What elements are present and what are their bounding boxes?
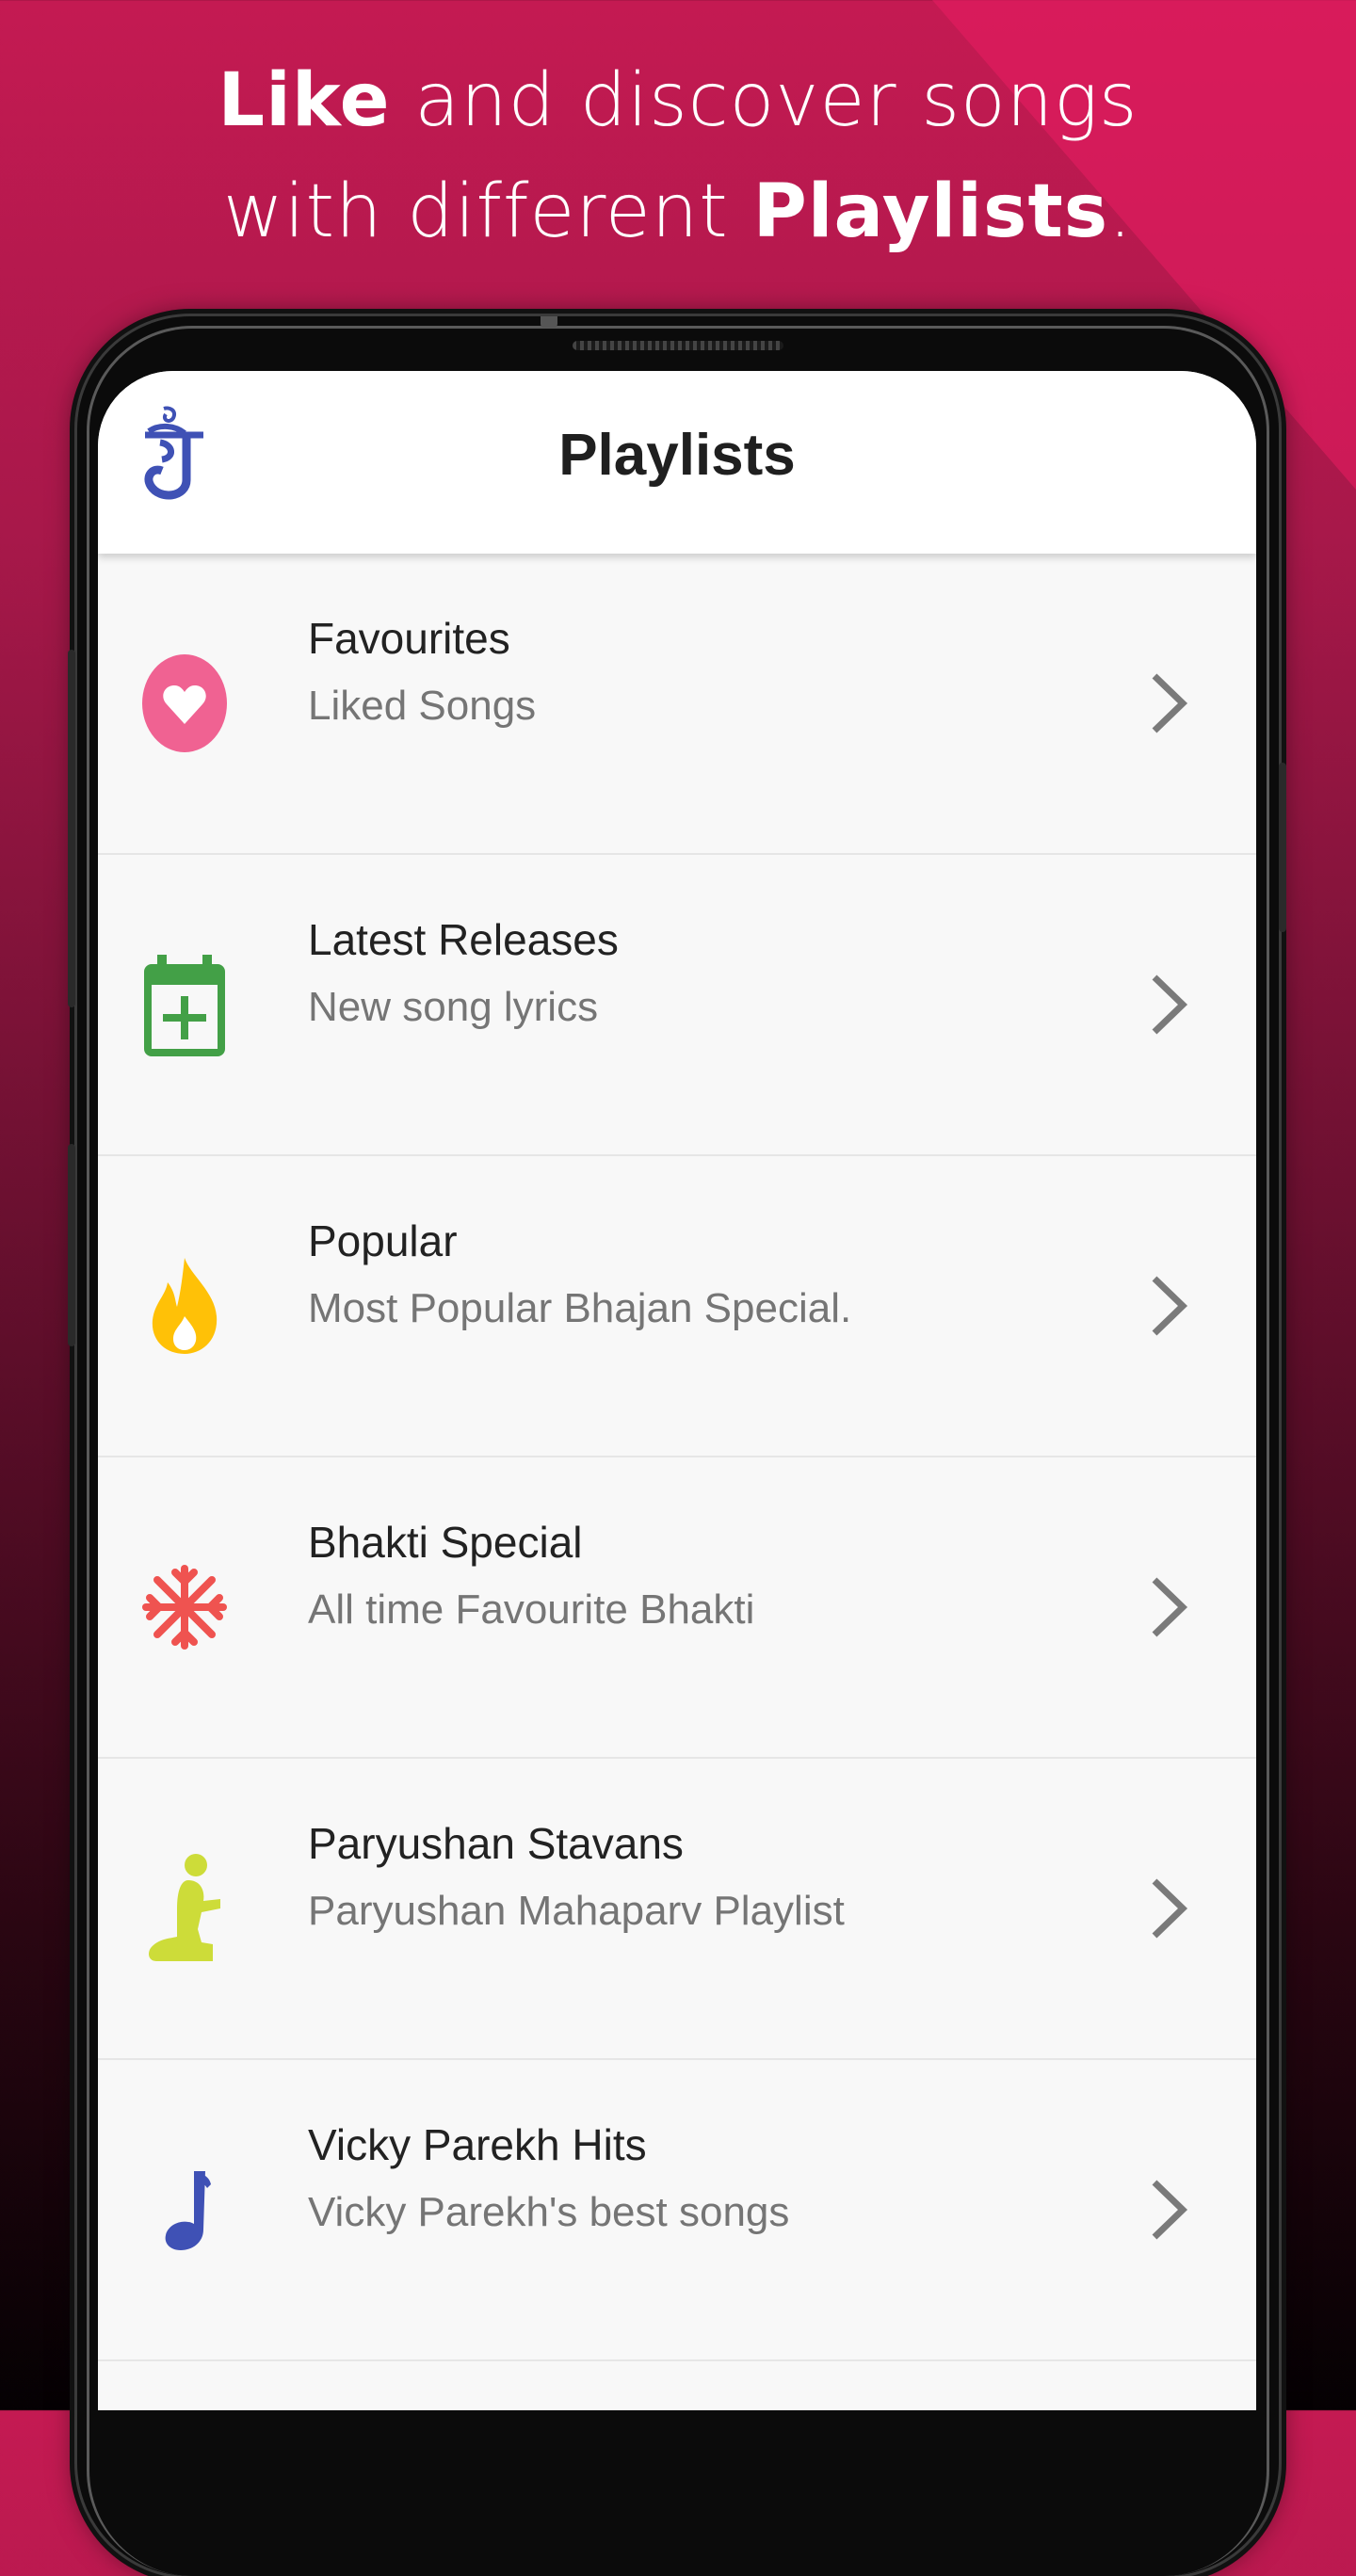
chevron-right-icon xyxy=(1152,974,1188,1035)
playlist-item-popular[interactable]: Popular Most Popular Bhajan Special. xyxy=(98,1156,1256,1457)
playlist-title: Latest Releases xyxy=(308,915,619,964)
headline-bold-like: Like xyxy=(218,58,391,143)
chevron-right-icon xyxy=(1152,1878,1188,1939)
praying-person-icon xyxy=(137,1854,232,1961)
playlist-item-latest-releases[interactable]: Latest Releases New song lyrics xyxy=(98,855,1256,1156)
playlist-item-vicky-parekh-hits[interactable]: Vicky Parekh Hits Vicky Parekh's best so… xyxy=(98,2060,1256,2361)
headline-text-2: with different xyxy=(223,169,753,254)
phone-speaker xyxy=(573,341,783,350)
playlist-item-bhakti-special[interactable]: Bhakti Special All time Favourite Bhakti xyxy=(98,1457,1256,1759)
playlist-title: Favourites xyxy=(308,614,510,663)
playlist-item-favourites[interactable]: Favourites Liked Songs xyxy=(98,554,1256,855)
playlist-title: Popular xyxy=(308,1216,458,1265)
playlist-subtitle: Most Popular Bhajan Special. xyxy=(308,1285,852,1331)
app-bar: Playlists xyxy=(98,371,1256,554)
phone-side-button-left-1 xyxy=(68,650,75,1007)
headline-line-1: Like and discover songs xyxy=(0,45,1356,156)
phone-sensor xyxy=(541,316,557,328)
chevron-right-icon xyxy=(1152,673,1188,733)
playlist-title: Vicky Parekh Hits xyxy=(308,2120,647,2169)
playlist-subtitle: Liked Songs xyxy=(308,683,537,729)
fire-icon xyxy=(137,1254,232,1358)
headline-bold-playlists: Playlists xyxy=(752,169,1109,254)
playlist-subtitle: All time Favourite Bhakti xyxy=(308,1586,755,1633)
playlist-title: Paryushan Stavans xyxy=(308,1819,684,1868)
chevron-right-icon xyxy=(1152,1577,1188,1637)
playlist-title: Bhakti Special xyxy=(308,1518,583,1567)
calendar-add-icon xyxy=(137,953,232,1056)
headline-end: . xyxy=(1108,169,1133,254)
playlist-list: Favourites Liked Songs Latest Releases N… xyxy=(98,554,1256,2410)
chevron-right-icon xyxy=(1152,2180,1188,2240)
phone-side-button-right xyxy=(1279,763,1286,932)
playlist-subtitle: Vicky Parekh's best songs xyxy=(308,2189,790,2235)
playlist-subtitle: New song lyrics xyxy=(308,984,599,1030)
headline-text-1: and discover songs xyxy=(390,58,1138,143)
promo-headline: Like and discover songs with different P… xyxy=(0,45,1356,267)
playlist-subtitle: Paryushan Mahaparv Playlist xyxy=(308,1888,845,1934)
snowflake-icon xyxy=(137,1555,232,1659)
playlist-item-partial[interactable] xyxy=(98,2361,1256,2410)
music-note-icon xyxy=(137,2158,232,2262)
chevron-right-icon xyxy=(1152,1276,1188,1336)
heart-icon xyxy=(137,652,232,755)
phone-side-button-left-2 xyxy=(68,1144,75,1346)
headline-line-2: with different Playlists. xyxy=(0,156,1356,267)
playlist-item-paryushan-stavans[interactable]: Paryushan Stavans Paryushan Mahaparv Pla… xyxy=(98,1759,1256,2060)
phone-screen: Playlists Favourites Liked Songs Latest … xyxy=(98,371,1256,2410)
page-title: Playlists xyxy=(558,423,796,488)
